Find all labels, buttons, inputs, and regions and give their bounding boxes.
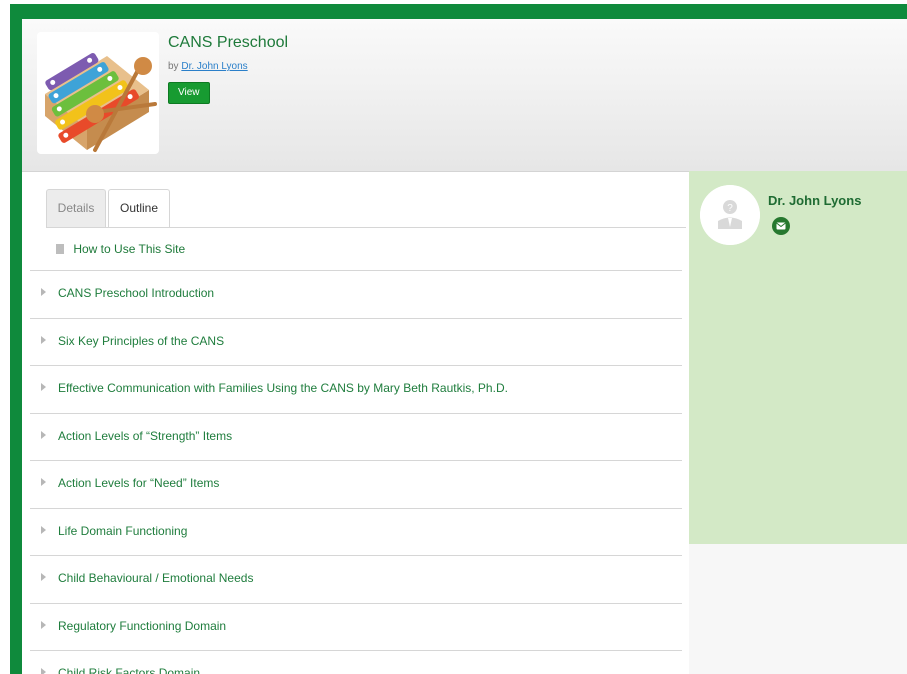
app-frame: CANS Preschool by Dr. John Lyons View De… [10,4,907,674]
outline-item-label: Action Levels for “Need” Items [58,476,220,490]
outline-item[interactable]: Effective Communication with Families Us… [30,365,682,413]
outline-item[interactable]: Action Levels of “Strength” Items [30,412,682,461]
expand-triangle-icon [41,335,46,344]
outline-item-label: Regulatory Functioning Domain [58,618,227,633]
expand-triangle-icon [41,525,46,534]
course-page: CANS Preschool by Dr. John Lyons View De… [22,19,907,674]
outline-item[interactable]: Action Levels for “Need” Items [30,460,682,508]
outline-item[interactable]: Life Domain Functioning [30,507,682,556]
course-tabs: Details Outline [46,189,686,228]
author-sidebar: ? Dr. John Lyons [689,171,907,544]
outline-item[interactable]: Six Key Principles of the CANS [30,317,682,366]
course-thumbnail [37,32,159,154]
outline-item-label: CANS Preschool Introduction [58,286,215,300]
expand-triangle-icon [41,620,46,629]
expand-triangle-icon [41,430,46,439]
how-to-use-label: How to Use This Site [73,242,186,256]
outline-item[interactable]: CANS Preschool Introduction [30,270,682,318]
outline-item-label: Life Domain Functioning [58,523,188,538]
outline-list: CANS Preschool Introduction Six Key Prin… [30,270,682,674]
view-button[interactable]: View [168,82,210,104]
author-name: Dr. John Lyons [768,193,862,208]
author-link[interactable]: Dr. John Lyons [181,61,247,72]
outline-item[interactable]: Regulatory Functioning Domain [30,602,682,651]
outline-item-label: Action Levels of “Strength” Items [58,428,233,443]
how-to-use-link[interactable]: How to Use This Site [56,242,185,270]
outline-item-label: Effective Communication with Families Us… [58,381,508,395]
mail-icon[interactable] [772,217,790,235]
outline-item-label: Six Key Principles of the CANS [58,333,225,348]
outline-item[interactable]: Child Behavioural / Emotional Needs [30,555,682,603]
sidebar-empty-area [689,544,907,674]
outline-item-label: Child Risk Factors Domain [58,666,201,674]
tab-divider [46,227,686,228]
document-icon [56,244,64,254]
byline-prefix: by [168,61,179,72]
course-byline: by Dr. John Lyons [168,61,248,72]
outline-item-label: Child Behavioural / Emotional Needs [58,571,254,585]
course-title: CANS Preschool [168,34,289,51]
expand-triangle-icon [41,573,46,581]
author-avatar: ? [700,185,760,245]
expand-triangle-icon [41,383,46,391]
tab-outline[interactable]: Outline [108,189,170,228]
svg-text:?: ? [727,203,733,214]
course-header: CANS Preschool by Dr. John Lyons View [22,19,907,172]
unknown-person-avatar-icon: ? [700,185,760,245]
expand-triangle-icon [41,478,46,486]
tab-details[interactable]: Details [46,189,106,227]
expand-triangle-icon [41,288,46,296]
envelope-icon [776,222,786,230]
xylophone-icon [45,52,157,152]
outline-item[interactable]: Child Risk Factors Domain [30,650,682,674]
expand-triangle-icon [41,668,46,674]
